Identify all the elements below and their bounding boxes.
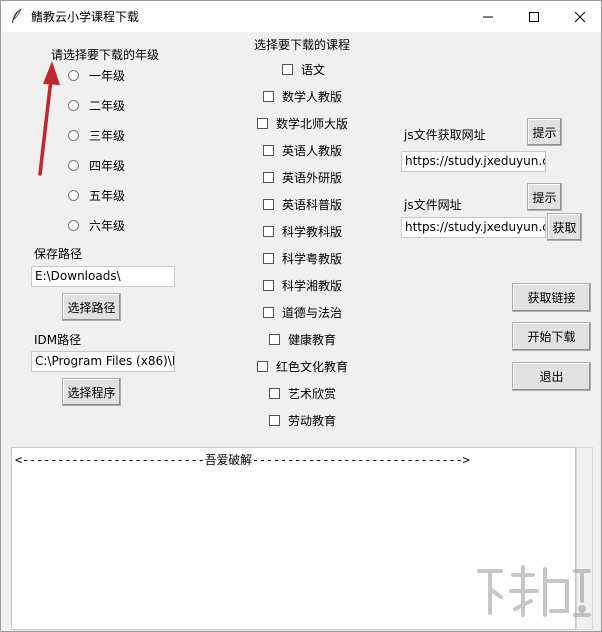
- minimize-button[interactable]: [465, 1, 511, 32]
- course-checkbox-science-xiang[interactable]: 科学湘教版: [263, 276, 342, 294]
- checkbox[interactable]: [257, 117, 268, 129]
- checkbox[interactable]: [263, 225, 274, 237]
- radio-button[interactable]: [68, 189, 79, 201]
- window-title: 鳍教云小学课程下载: [31, 10, 140, 24]
- course-checkbox-english-kp[interactable]: 英语科普版: [263, 195, 342, 213]
- close-icon: [574, 11, 586, 22]
- js-fetch-url-label: js文件获取网址: [404, 128, 486, 142]
- watermark-logo-icon: [477, 565, 591, 617]
- save-path-input[interactable]: E:\Downloads\: [31, 266, 175, 287]
- course-checkbox-art[interactable]: 艺术欣赏: [269, 384, 336, 402]
- js-url-label: js文件网址: [404, 198, 462, 212]
- course-checkbox-english-pep[interactable]: 英语人教版: [263, 141, 342, 159]
- checkbox[interactable]: [282, 63, 293, 75]
- checkbox[interactable]: [263, 279, 274, 291]
- title-bar: 鳍教云小学课程下载: [1, 1, 601, 32]
- grade-option-3[interactable]: 三年级: [68, 126, 125, 144]
- idm-path-input[interactable]: C:\Program Files (x86)\Ir: [31, 351, 175, 372]
- course-checkbox-science-yue[interactable]: 科学粤教版: [263, 249, 342, 267]
- checkbox[interactable]: [263, 306, 274, 318]
- checkbox[interactable]: [269, 414, 280, 426]
- fetch-button[interactable]: 获取: [547, 213, 582, 241]
- course-checkbox-chinese[interactable]: 语文: [282, 60, 325, 78]
- start-download-button[interactable]: 开始下载: [512, 322, 591, 351]
- course-checkbox-morality-law[interactable]: 道德与法治: [263, 303, 342, 321]
- grade-option-4[interactable]: 四年级: [68, 156, 125, 174]
- red-arrow-icon: [38, 61, 60, 176]
- maximize-button[interactable]: [511, 1, 557, 32]
- close-button[interactable]: [557, 1, 602, 32]
- grade-option-5[interactable]: 五年级: [68, 186, 125, 204]
- log-text: <--------------------------吾爱破解---------…: [15, 453, 470, 467]
- checkbox[interactable]: [263, 171, 274, 183]
- exit-button[interactable]: 退出: [512, 362, 591, 391]
- radio-button[interactable]: [68, 219, 79, 231]
- js-url-hint-button[interactable]: 提示: [527, 183, 562, 211]
- checkbox[interactable]: [269, 387, 280, 399]
- checkbox[interactable]: [263, 90, 274, 102]
- maximize-icon: [529, 11, 539, 22]
- minimize-icon: [483, 16, 493, 17]
- checkbox[interactable]: [263, 198, 274, 210]
- js-fetch-url-hint-button[interactable]: 提示: [527, 118, 562, 146]
- course-checkbox-math-pep[interactable]: 数学人教版: [263, 87, 342, 105]
- checkbox[interactable]: [263, 252, 274, 264]
- course-checkbox-english-fltrp[interactable]: 英语外研版: [263, 168, 342, 186]
- idm-path-label: IDM路径: [34, 333, 82, 347]
- course-checkbox-math-bnu[interactable]: 数学北师大版: [257, 114, 348, 132]
- checkbox[interactable]: [263, 144, 274, 156]
- feather-icon: [12, 8, 22, 23]
- get-links-button[interactable]: 获取链接: [512, 283, 591, 312]
- js-url-input[interactable]: https://study.jxeduyun.cc: [401, 217, 546, 238]
- choose-program-button[interactable]: 选择程序: [62, 378, 121, 406]
- course-checkbox-red-culture[interactable]: 红色文化教育: [257, 357, 348, 375]
- app-window: 鳍教云小学课程下载 请选择要下载的年级 一年级 二年级 三年级 四年级 五年级 …: [0, 0, 602, 632]
- save-path-label: 保存路径: [34, 247, 83, 261]
- checkbox[interactable]: [257, 360, 268, 372]
- grade-option-6[interactable]: 六年级: [68, 216, 125, 234]
- courses-label: 选择要下载的课程: [254, 38, 351, 52]
- choose-path-button[interactable]: 选择路径: [62, 293, 121, 321]
- course-checkbox-health[interactable]: 健康教育: [269, 330, 336, 348]
- grade-option-1[interactable]: 一年级: [68, 66, 125, 84]
- checkbox[interactable]: [269, 333, 280, 345]
- course-checkbox-labor[interactable]: 劳动教育: [269, 411, 336, 429]
- js-fetch-url-input[interactable]: https://study.jxeduyun.cc: [401, 151, 546, 172]
- grade-option-2[interactable]: 二年级: [68, 96, 125, 114]
- course-checkbox-science-jk[interactable]: 科学教科版: [263, 222, 342, 240]
